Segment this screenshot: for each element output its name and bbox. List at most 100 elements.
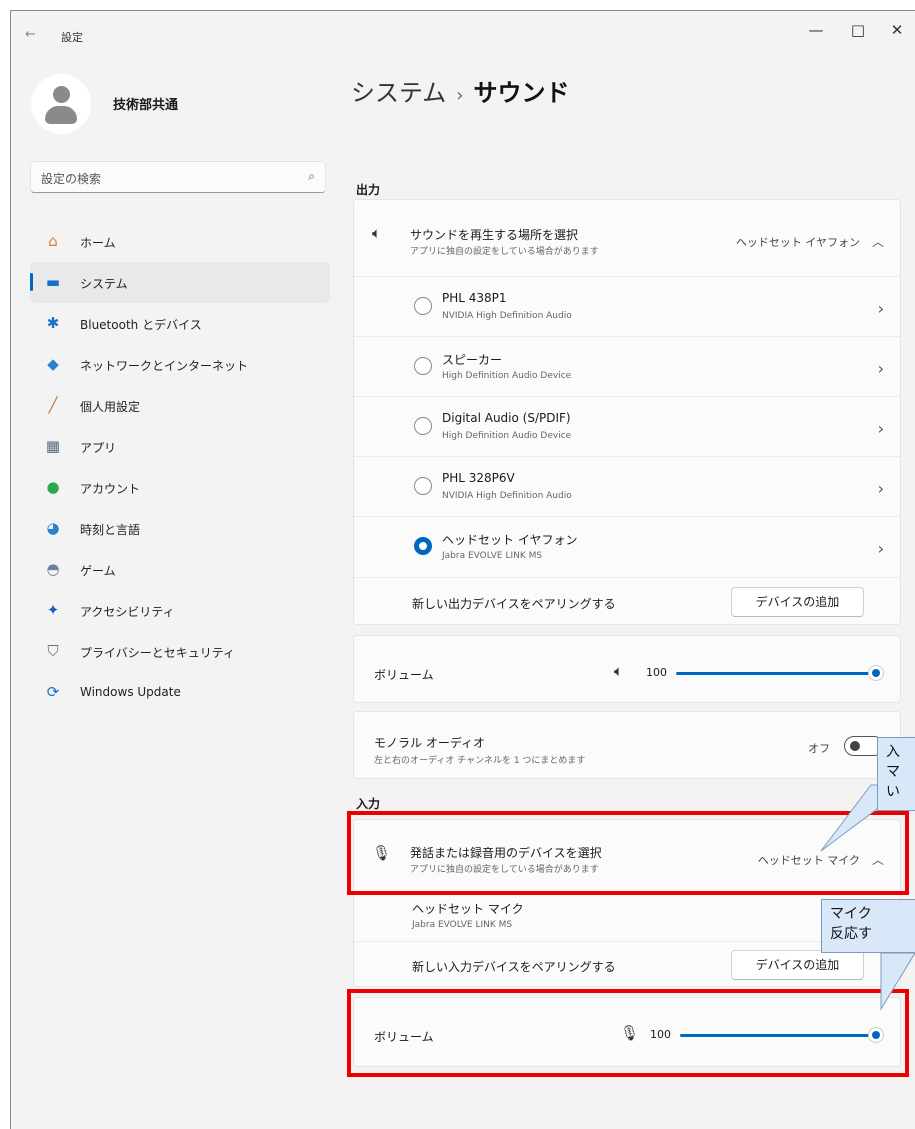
sidebar-item-label: ホーム: [80, 236, 116, 250]
output-device-card: 🔈︎ サウンドを再生する場所を選択 アプリに独自の設定をしている場合があります …: [353, 199, 901, 625]
pair-input-label: 新しい入力デバイスをペアリングする: [412, 960, 616, 974]
device-radio-button[interactable]: [414, 417, 432, 435]
breadcrumb-separator: ›: [456, 85, 464, 106]
device-radio-button[interactable]: [414, 537, 432, 555]
output-section-label: 出力: [356, 183, 381, 197]
output-device-row[interactable]: スピーカー High Definition Audio Device ›: [354, 337, 900, 396]
avatar: [31, 74, 91, 134]
output-volume-label: ボリューム: [374, 668, 434, 682]
mono-audio-subtitle: 左と右のオーディオ チャンネルを 1 つにまとめます: [374, 756, 586, 766]
pair-output-label: 新しい出力デバイスをペアリングする: [412, 597, 616, 611]
shield-icon: ⛉: [47, 642, 59, 660]
device-radio-button[interactable]: [414, 297, 432, 315]
user-name: 技術部共通: [113, 98, 179, 113]
annotation-callout-2: マイク 反応す: [821, 899, 915, 953]
speaker-icon[interactable]: 🔈︎: [614, 662, 623, 680]
sidebar-item-7[interactable]: ◕ 時刻と言語: [30, 508, 330, 549]
mono-audio-title: モノラル オーディオ: [374, 736, 485, 750]
output-device-row[interactable]: ヘッドセット イヤフォン Jabra EVOLVE LINK MS ›: [354, 517, 900, 576]
output-device-selector[interactable]: 🔈︎ サウンドを再生する場所を選択 アプリに独自の設定をしている場合があります …: [354, 200, 900, 276]
sidebar-item-9[interactable]: ✦ アクセシビリティ: [30, 590, 330, 631]
pair-input-row: 新しい入力デバイスをペアリングする デバイスの追加: [354, 942, 900, 988]
annotation-callout-1: 入 マ い: [877, 737, 915, 811]
output-device-name: ヘッドセット イヤフォン: [442, 533, 578, 547]
breadcrumb: システム › サウンド: [351, 73, 569, 108]
chevron-right-icon[interactable]: ›: [878, 359, 884, 378]
input-section-label: 入力: [356, 797, 381, 811]
chevron-right-icon[interactable]: ›: [878, 479, 884, 498]
sidebar-item-6[interactable]: ● アカウント: [30, 467, 330, 508]
output-device-sub: Jabra EVOLVE LINK MS: [442, 551, 543, 561]
gamepad-icon: ◓: [46, 560, 60, 578]
close-button[interactable]: ✕: [877, 21, 915, 39]
chevron-right-icon[interactable]: ›: [878, 299, 884, 318]
output-device-name: Digital Audio (S/PDIF): [442, 411, 571, 425]
brush-icon: ╱: [48, 396, 58, 414]
chevron-right-icon[interactable]: ›: [878, 539, 884, 558]
output-selected-device: ヘッドセット イヤフォン: [735, 236, 860, 249]
sidebar-item-label: 個人用設定: [80, 400, 141, 414]
sidebar-item-3[interactable]: ◆ ネットワークとインターネット: [30, 344, 330, 385]
search-placeholder: 設定の検索: [41, 172, 102, 186]
output-device-name: PHL 328P6V: [442, 471, 515, 485]
output-volume-slider[interactable]: [676, 672, 876, 675]
output-volume-thumb[interactable]: [868, 665, 884, 681]
active-indicator: [30, 273, 33, 291]
input-device-sub: Jabra EVOLVE LINK MS: [412, 920, 513, 930]
add-output-device-button[interactable]: デバイスの追加: [731, 587, 864, 617]
sidebar-item-label: プライバシーとセキュリティ: [80, 646, 236, 660]
output-device-row[interactable]: PHL 328P6V NVIDIA High Definition Audio ›: [354, 457, 900, 516]
output-device-row[interactable]: Digital Audio (S/PDIF) High Definition Au…: [354, 397, 900, 456]
output-device-row[interactable]: PHL 438P1 NVIDIA High Definition Audio ›: [354, 277, 900, 336]
apps-icon: ▦: [45, 437, 61, 455]
sidebar-item-label: Windows Update: [80, 685, 181, 699]
minimize-button[interactable]: —: [796, 21, 836, 39]
callout-tail-2: [880, 952, 915, 1011]
chevron-up-icon[interactable]: ︿: [872, 233, 884, 250]
update-icon: ⟳: [46, 683, 60, 701]
output-device-sub: High Definition Audio Device: [442, 431, 572, 441]
device-radio-button[interactable]: [414, 477, 432, 495]
sidebar-item-8[interactable]: ◓ ゲーム: [30, 549, 330, 590]
sidebar-item-label: 時刻と言語: [80, 523, 141, 537]
output-choose-title: サウンドを再生する場所を選択: [410, 228, 579, 242]
output-device-name: PHL 438P1: [442, 291, 507, 305]
back-arrow-icon[interactable]: ←: [25, 27, 36, 42]
bluetooth-icon: ✱: [46, 314, 60, 332]
device-radio-button[interactable]: [414, 357, 432, 375]
search-icon: ⌕: [308, 169, 315, 183]
sidebar-item-5[interactable]: ▦ アプリ: [30, 426, 330, 467]
input-device-row[interactable]: ヘッドセット マイク Jabra EVOLVE LINK MS: [354, 892, 900, 940]
sidebar-item-11[interactable]: ⟳ Windows Update: [30, 672, 330, 713]
monitor-icon: ▬: [45, 273, 61, 291]
sidebar-item-2[interactable]: ✱ Bluetooth とデバイス: [30, 303, 330, 344]
sidebar-nav: ⌂ ホーム ▬ システム ✱ Bluetooth とデバイス ◆ ネットワークとインターネット…: [30, 221, 330, 713]
sidebar-item-10[interactable]: ⛉ プライバシーとセキュリティ: [30, 631, 330, 672]
input-volume-highlight: [347, 989, 909, 1077]
sidebar-item-1[interactable]: ▬ システム: [30, 262, 330, 303]
breadcrumb-parent[interactable]: システム: [351, 79, 446, 107]
user-profile[interactable]: 技術部共通: [31, 74, 331, 134]
account-icon: ●: [46, 478, 60, 496]
output-volume-card: ボリューム 🔈︎ 100: [353, 635, 901, 703]
maximize-button[interactable]: □: [838, 21, 878, 39]
settings-window: ← 設定 — □ ✕ 技術部共通 設定の検索 ⌕ ⌂ ホーム ▬ システム ✱ Bluet…: [10, 10, 915, 1129]
speaker-icon: 🔈︎: [372, 224, 382, 242]
output-volume-value: 100: [646, 666, 667, 679]
output-device-sub: NVIDIA High Definition Audio: [442, 491, 572, 501]
sidebar-item-label: Bluetooth とデバイス: [80, 318, 202, 332]
mono-audio-state: オフ: [808, 742, 830, 755]
sidebar-item-0[interactable]: ⌂ ホーム: [30, 221, 330, 262]
mono-audio-card: モノラル オーディオ 左と右のオーディオ チャンネルを 1 つにまとめます オフ: [353, 711, 901, 779]
output-device-name: スピーカー: [442, 353, 503, 367]
sidebar-item-label: ネットワークとインターネット: [80, 359, 249, 373]
chevron-right-icon[interactable]: ›: [878, 419, 884, 438]
sidebar-item-4[interactable]: ╱ 個人用設定: [30, 385, 330, 426]
sidebar-item-label: アクセシビリティ: [80, 605, 175, 619]
sidebar-item-label: アカウント: [80, 482, 141, 496]
input-device-name: ヘッドセット マイク: [412, 902, 524, 916]
page-title: サウンド: [473, 79, 570, 107]
wifi-icon: ◆: [47, 355, 59, 373]
globe-clock-icon: ◕: [46, 519, 60, 537]
settings-search-input[interactable]: 設定の検索 ⌕: [30, 161, 326, 193]
